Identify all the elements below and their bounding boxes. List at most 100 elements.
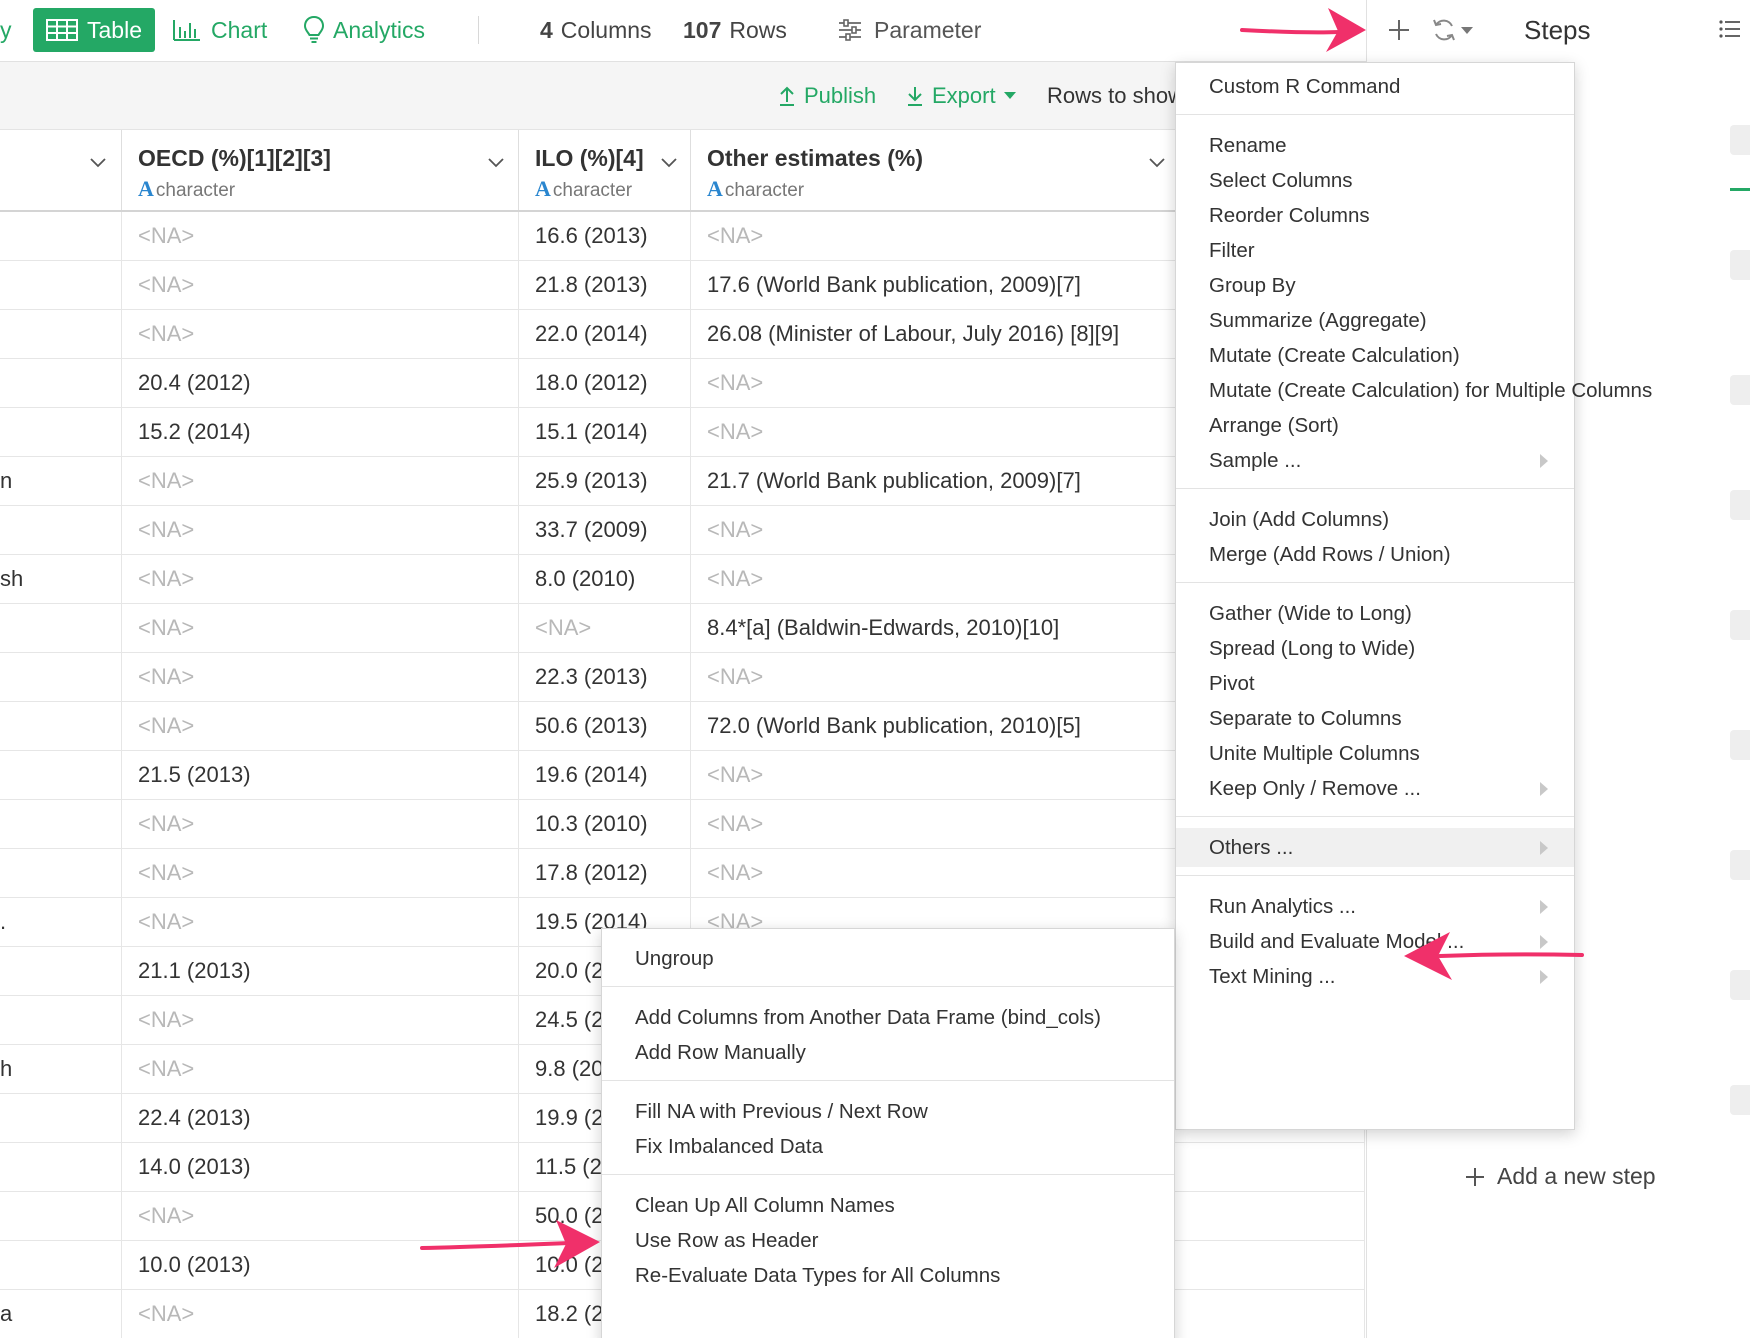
table-cell[interactable] — [0, 1143, 122, 1191]
table-cell[interactable]: <NA> — [122, 1045, 519, 1093]
add-step-menu-item[interactable]: Others ... — [1176, 828, 1574, 867]
table-cell[interactable] — [0, 261, 122, 309]
table-cell[interactable]: 33.7 (2009) — [519, 506, 691, 554]
list-menu-icon[interactable] — [1719, 20, 1741, 38]
tab-table[interactable]: Table — [33, 8, 155, 52]
table-cell[interactable] — [0, 947, 122, 995]
add-step-menu-item[interactable]: Filter — [1176, 231, 1574, 270]
others-submenu-item[interactable]: Fix Imbalanced Data — [602, 1127, 1174, 1166]
add-step-menu-item[interactable]: Separate to Columns — [1176, 699, 1574, 738]
table-cell[interactable] — [0, 996, 122, 1044]
table-cell[interactable]: <NA> — [122, 702, 519, 750]
table-cell[interactable] — [0, 359, 122, 407]
table-cell[interactable] — [0, 1241, 122, 1289]
table-cell[interactable]: <NA> — [122, 996, 519, 1044]
add-step-menu-item[interactable]: Merge (Add Rows / Union) — [1176, 535, 1574, 574]
add-step-menu-item[interactable]: Reorder Columns — [1176, 196, 1574, 235]
table-cell[interactable]: <NA> — [122, 261, 519, 309]
table-cell[interactable]: 20.4 (2012) — [122, 359, 519, 407]
add-step-menu-item[interactable]: Arrange (Sort) — [1176, 406, 1574, 445]
table-cell[interactable]: <NA> — [122, 653, 519, 701]
column-header-0[interactable] — [0, 130, 122, 210]
add-step-menu-item[interactable]: Sample ... — [1176, 441, 1574, 480]
table-cell[interactable] — [0, 1192, 122, 1240]
add-step-menu-item[interactable]: Mutate (Create Calculation) — [1176, 336, 1574, 375]
table-cell[interactable] — [0, 212, 122, 260]
add-step-menu-item[interactable]: Select Columns — [1176, 161, 1574, 200]
table-cell[interactable]: 21.1 (2013) — [122, 947, 519, 995]
table-cell[interactable]: <NA> — [122, 212, 519, 260]
table-cell[interactable]: 50.6 (2013) — [519, 702, 691, 750]
table-cell[interactable] — [0, 751, 122, 799]
table-cell[interactable] — [0, 702, 122, 750]
add-step-menu-item[interactable]: Run Analytics ... — [1176, 887, 1574, 926]
table-cell[interactable]: 19.6 (2014) — [519, 751, 691, 799]
chevron-down-icon[interactable] — [1147, 152, 1167, 172]
others-submenu-item[interactable]: Clean Up All Column Names — [602, 1186, 1174, 1225]
tab-chart[interactable]: Chart — [173, 0, 267, 60]
add-step-menu-item[interactable]: Spread (Long to Wide) — [1176, 629, 1574, 668]
table-cell[interactable]: 8.0 (2010) — [519, 555, 691, 603]
table-cell[interactable]: 21.8 (2013) — [519, 261, 691, 309]
table-cell[interactable]: <NA> — [122, 898, 519, 946]
parameter-button[interactable]: Parameter — [838, 0, 981, 60]
table-cell[interactable]: <NA> — [122, 1192, 519, 1240]
column-header-oecd[interactable]: OECD (%)[1][2][3] Acharacter — [122, 130, 519, 210]
table-cell[interactable] — [0, 408, 122, 456]
table-cell[interactable]: 22.3 (2013) — [519, 653, 691, 701]
table-cell[interactable]: h — [0, 1045, 122, 1093]
table-cell[interactable] — [0, 604, 122, 652]
chevron-down-icon[interactable] — [88, 152, 108, 172]
table-cell[interactable]: 14.0 (2013) — [122, 1143, 519, 1191]
table-cell[interactable] — [0, 800, 122, 848]
others-submenu-item[interactable]: Ungroup — [602, 939, 1174, 978]
add-step-menu-item[interactable]: Group By — [1176, 266, 1574, 305]
table-cell[interactable] — [0, 849, 122, 897]
table-cell[interactable]: 10.0 (2013) — [122, 1241, 519, 1289]
add-step-menu-item[interactable]: Gather (Wide to Long) — [1176, 594, 1574, 633]
table-cell[interactable]: 18.0 (2012) — [519, 359, 691, 407]
others-submenu-item[interactable]: Add Columns from Another Data Frame (bin… — [602, 998, 1174, 1037]
caret-down-icon[interactable] — [1461, 27, 1473, 35]
table-cell[interactable]: <NA> — [122, 457, 519, 505]
table-cell[interactable]: 21.5 (2013) — [122, 751, 519, 799]
table-cell[interactable]: 15.2 (2014) — [122, 408, 519, 456]
table-cell[interactable]: n — [0, 457, 122, 505]
others-submenu-item[interactable]: Add Row Manually — [602, 1033, 1174, 1072]
add-step-menu-item[interactable]: Custom R Command — [1176, 67, 1574, 106]
table-cell[interactable]: <NA> — [122, 506, 519, 554]
table-cell[interactable]: 16.6 (2013) — [519, 212, 691, 260]
table-cell[interactable]: 22.4 (2013) — [122, 1094, 519, 1142]
add-step-menu-item[interactable]: Unite Multiple Columns — [1176, 734, 1574, 773]
table-cell[interactable]: <NA> — [122, 310, 519, 358]
column-header-ilo[interactable]: ILO (%)[4] Acharacter — [519, 130, 691, 210]
table-cell[interactable]: 17.8 (2012) — [519, 849, 691, 897]
table-cell[interactable]: sh — [0, 555, 122, 603]
add-new-step-button[interactable]: Add a new step — [1465, 1163, 1656, 1190]
plus-icon[interactable] — [1387, 18, 1411, 42]
table-cell[interactable] — [0, 653, 122, 701]
add-step-menu-item[interactable]: Keep Only / Remove ... — [1176, 769, 1574, 808]
add-step-menu-item[interactable]: Pivot — [1176, 664, 1574, 703]
table-cell[interactable]: <NA> — [122, 849, 519, 897]
table-cell[interactable]: 10.3 (2010) — [519, 800, 691, 848]
table-cell[interactable]: . — [0, 898, 122, 946]
table-cell[interactable] — [0, 1094, 122, 1142]
others-submenu-item[interactable]: Fill NA with Previous / Next Row — [602, 1092, 1174, 1131]
table-cell[interactable]: 15.1 (2014) — [519, 408, 691, 456]
table-cell[interactable] — [0, 310, 122, 358]
table-cell[interactable]: <NA> — [519, 604, 691, 652]
add-step-menu-item[interactable]: Text Mining ... — [1176, 957, 1574, 996]
add-step-menu-item[interactable]: Build and Evaluate Model ... — [1176, 922, 1574, 961]
table-cell[interactable]: <NA> — [122, 555, 519, 603]
others-submenu-item[interactable]: Re-Evaluate Data Types for All Columns — [602, 1256, 1174, 1295]
chevron-down-icon[interactable] — [486, 152, 506, 172]
add-step-menu-item[interactable]: Mutate (Create Calculation) for Multiple… — [1176, 371, 1652, 410]
add-step-menu-item[interactable]: Join (Add Columns) — [1176, 500, 1574, 539]
export-button[interactable]: Export — [906, 62, 1016, 130]
table-cell[interactable]: <NA> — [122, 800, 519, 848]
table-cell[interactable] — [0, 506, 122, 554]
publish-button[interactable]: Publish — [778, 62, 876, 130]
table-cell[interactable]: <NA> — [122, 1290, 519, 1338]
table-cell[interactable]: <NA> — [122, 604, 519, 652]
